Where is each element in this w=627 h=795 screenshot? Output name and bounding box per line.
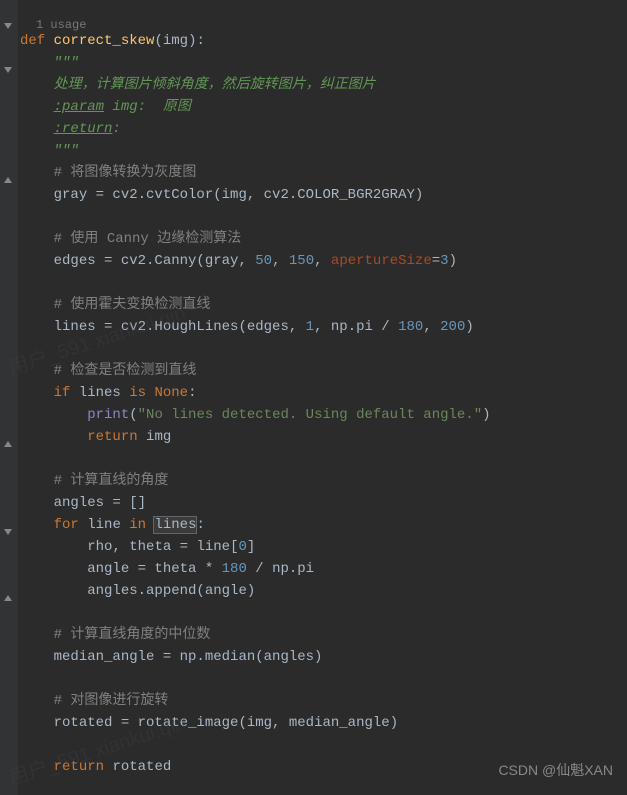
fold-end-icon[interactable]	[2, 170, 14, 192]
comment: # 使用 Canny 边缘检测算法	[54, 231, 242, 247]
comment: # 将图像转换为灰度图	[54, 165, 197, 181]
docstring-quote: """	[54, 55, 79, 71]
fold-icon[interactable]	[2, 60, 14, 82]
fold-end-icon[interactable]	[2, 588, 14, 610]
gutter	[0, 0, 18, 795]
comment: # 计算直线角度的中位数	[54, 627, 211, 643]
comment: # 检查是否检测到直线	[54, 363, 197, 379]
code-area[interactable]: 1 usage def correct_skew(img): """ 处理，计算…	[18, 0, 627, 795]
highlighted-var: lines	[154, 517, 196, 533]
comment: # 使用霍夫变换检测直线	[54, 297, 211, 313]
docstring-quote: """	[54, 143, 79, 159]
fold-icon[interactable]	[2, 522, 14, 544]
usage-hint[interactable]: 1 usage	[18, 12, 86, 40]
doc-return-tag: :return	[54, 121, 113, 137]
docstring-text: 处理，计算图片倾斜角度，然后旋转图片，纠正图片	[54, 77, 376, 93]
doc-param-tag: :param	[54, 99, 104, 115]
comment: # 对图像进行旋转	[54, 693, 169, 709]
code-editor[interactable]: 1 usage def correct_skew(img): """ 处理，计算…	[0, 0, 627, 795]
fold-icon[interactable]	[2, 16, 14, 38]
comment: # 计算直线的角度	[54, 473, 169, 489]
footer-watermark: CSDN @仙魁XAN	[498, 759, 613, 781]
fold-end-icon[interactable]	[2, 434, 14, 456]
